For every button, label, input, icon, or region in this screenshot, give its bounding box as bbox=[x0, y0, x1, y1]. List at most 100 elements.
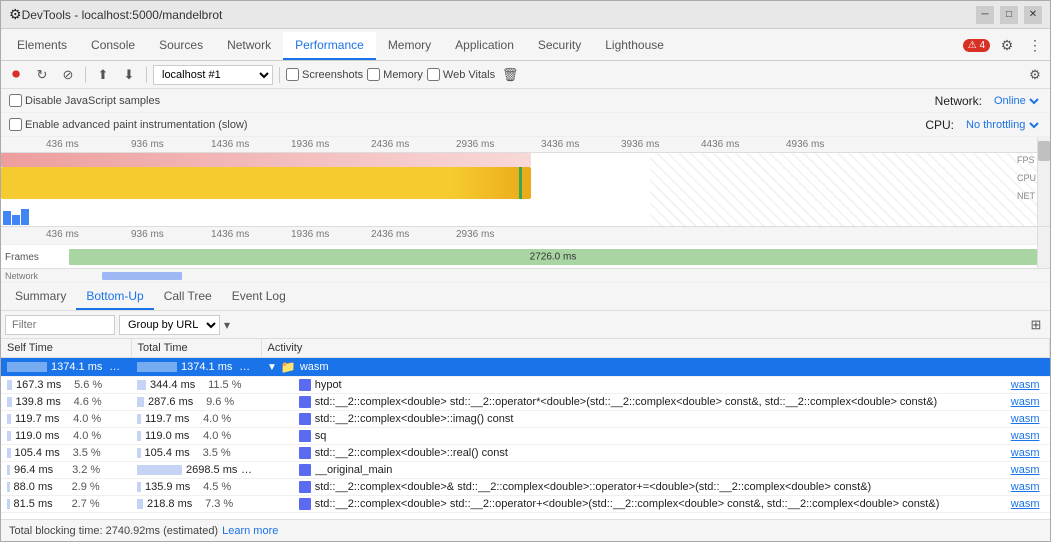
close-button[interactable]: ✕ bbox=[1024, 6, 1042, 24]
table-row[interactable]: 81.5 ms 2.7 %218.8 ms 7.3 %▶std::__2::co… bbox=[1, 496, 1050, 513]
filter-right: ⊞ bbox=[1026, 315, 1046, 335]
table-row[interactable]: 88.0 ms 2.9 %135.9 ms 4.5 %▶std::__2::co… bbox=[1, 479, 1050, 496]
tick-2436: 2436 ms bbox=[371, 139, 409, 150]
web-vitals-checkbox-label[interactable]: Web Vitals bbox=[427, 68, 495, 81]
folder-icon: 📁 bbox=[281, 360, 296, 374]
separator-3 bbox=[279, 67, 280, 83]
cell-self-time: 96.4 ms 3.2 % bbox=[1, 462, 131, 479]
cell-activity: ▼ 📁 wasm bbox=[261, 358, 1050, 377]
enable-paint-label[interactable]: Enable advanced paint instrumentation (s… bbox=[9, 118, 248, 131]
tick-2936: 2936 ms bbox=[456, 139, 494, 150]
tab-network[interactable]: Network bbox=[215, 32, 283, 60]
url-select[interactable]: localhost #1 bbox=[153, 65, 273, 85]
tab-security[interactable]: Security bbox=[526, 32, 593, 60]
tick-936: 936 ms bbox=[131, 139, 164, 150]
screenshots-checkbox-label[interactable]: Screenshots bbox=[286, 68, 363, 81]
cell-self-time: 119.7 ms 4.0 % bbox=[1, 411, 131, 428]
table-row[interactable]: 119.0 ms 4.0 %119.0 ms 4.0 %▶sqwasm bbox=[1, 428, 1050, 445]
data-table-wrapper[interactable]: Self Time Total Time Activity 1374.1 ms … bbox=[1, 339, 1050, 519]
col-header-total-time[interactable]: Total Time bbox=[131, 339, 261, 358]
memory-checkbox[interactable] bbox=[367, 68, 380, 81]
cell-total-time: 218.8 ms 7.3 % bbox=[131, 496, 261, 513]
wasm-link[interactable]: wasm bbox=[1011, 413, 1044, 425]
status-bar: Total blocking time: 2740.92ms (estimate… bbox=[1, 519, 1050, 541]
wasm-link[interactable]: wasm bbox=[1011, 498, 1044, 510]
table-row[interactable]: 119.7 ms 4.0 %119.7 ms 4.0 %▶std::__2::c… bbox=[1, 411, 1050, 428]
upload-button[interactable]: ⬆ bbox=[92, 64, 114, 86]
network-select[interactable]: Online bbox=[990, 94, 1042, 108]
cell-self-time: 119.0 ms 4.0 % bbox=[1, 428, 131, 445]
learn-more-link[interactable]: Learn more bbox=[222, 525, 278, 537]
col-header-activity: Activity bbox=[261, 339, 1050, 358]
disable-js-checkbox[interactable] bbox=[9, 94, 22, 107]
table-row[interactable]: 139.8 ms 4.6 %287.6 ms 9.6 %▶std::__2::c… bbox=[1, 394, 1050, 411]
activity-text: wasm bbox=[300, 361, 1044, 373]
cpu-label-track: CPU bbox=[1017, 173, 1036, 183]
group-by-arrow[interactable]: ▾ bbox=[224, 318, 230, 332]
filter-row: Group by URL ▾ ⊞ bbox=[1, 311, 1050, 339]
tab-summary[interactable]: Summary bbox=[5, 284, 76, 310]
tab-bottom-up[interactable]: Bottom-Up bbox=[76, 284, 153, 310]
sidebar-toggle-button[interactable]: ⊞ bbox=[1026, 315, 1046, 335]
timeline-scrollbar[interactable] bbox=[1037, 137, 1050, 226]
col-header-self-time[interactable]: Self Time bbox=[1, 339, 131, 358]
tab-performance[interactable]: Performance bbox=[283, 32, 376, 60]
cpu-select[interactable]: No throttling bbox=[962, 118, 1042, 132]
tick-1436: 1436 ms bbox=[211, 139, 249, 150]
tab-console[interactable]: Console bbox=[79, 32, 147, 60]
activity-text: __original_main bbox=[315, 464, 1007, 476]
table-row[interactable]: 105.4 ms 3.5 %105.4 ms 3.5 %▶std::__2::c… bbox=[1, 445, 1050, 462]
web-vitals-checkbox[interactable] bbox=[427, 68, 440, 81]
tab-event-log[interactable]: Event Log bbox=[222, 284, 296, 310]
frames-scrollbar[interactable] bbox=[1037, 227, 1050, 268]
maximize-button[interactable]: □ bbox=[1000, 6, 1018, 24]
filter-input[interactable] bbox=[5, 315, 115, 335]
item-icon bbox=[299, 464, 311, 476]
frames-label: Frames bbox=[5, 252, 69, 263]
wasm-link[interactable]: wasm bbox=[1011, 447, 1044, 459]
tab-memory[interactable]: Memory bbox=[376, 32, 443, 60]
disable-js-label[interactable]: Disable JavaScript samples bbox=[9, 94, 160, 107]
tab-call-tree[interactable]: Call Tree bbox=[154, 284, 222, 310]
status-text: Total blocking time: 2740.92ms (estimate… bbox=[9, 525, 218, 537]
devtools-toolbar: ⏺ ↻ ⊘ ⬆ ⬇ localhost #1 Screenshots Memor… bbox=[1, 61, 1050, 89]
record-button[interactable]: ⏺ bbox=[5, 64, 27, 86]
wasm-link[interactable]: wasm bbox=[1011, 396, 1044, 408]
wasm-link[interactable]: wasm bbox=[1011, 481, 1044, 493]
item-icon bbox=[299, 481, 311, 493]
tab-right-controls: ⚠ 4 ⚙ ⋮ bbox=[963, 34, 1046, 60]
trash-button[interactable]: 🗑 bbox=[499, 64, 521, 86]
wasm-link[interactable]: wasm bbox=[1011, 379, 1044, 391]
screenshots-checkbox[interactable] bbox=[286, 68, 299, 81]
cell-total-time: 135.9 ms 4.5 % bbox=[131, 479, 261, 496]
main-activity-bar bbox=[1, 167, 531, 199]
settings-button[interactable]: ⚙ bbox=[996, 34, 1018, 56]
clear-button[interactable]: ⊘ bbox=[57, 64, 79, 86]
wasm-link[interactable]: wasm bbox=[1011, 464, 1044, 476]
expand-arrow[interactable]: ▼ bbox=[267, 362, 277, 373]
tab-elements[interactable]: Elements bbox=[5, 32, 79, 60]
activity-text: std::__2::complex<double> std::__2::oper… bbox=[315, 396, 1007, 408]
tab-sources[interactable]: Sources bbox=[147, 32, 215, 60]
table-row[interactable]: 1374.1 ms 45.7 %1374.1 ms 45.7 %▼📁wasm bbox=[1, 358, 1050, 377]
reload-record-button[interactable]: ↻ bbox=[31, 64, 53, 86]
capture-settings-button[interactable]: ⚙ bbox=[1024, 64, 1046, 86]
minimize-button[interactable]: ─ bbox=[976, 6, 994, 24]
enable-paint-checkbox[interactable] bbox=[9, 118, 22, 131]
cell-self-time: 105.4 ms 3.5 % bbox=[1, 445, 131, 462]
scrollbar-thumb[interactable] bbox=[1038, 141, 1050, 161]
more-button[interactable]: ⋮ bbox=[1024, 34, 1046, 56]
memory-checkbox-label[interactable]: Memory bbox=[367, 68, 423, 81]
download-button[interactable]: ⬇ bbox=[118, 64, 140, 86]
wasm-link[interactable]: wasm bbox=[1011, 430, 1044, 442]
green-spike bbox=[519, 167, 522, 199]
frames-row: Frames 2726.0 ms bbox=[1, 245, 1050, 269]
ruler2-tick4: 1936 ms bbox=[291, 229, 329, 240]
frames-bar: 2726.0 ms bbox=[69, 249, 1037, 265]
table-row[interactable]: 167.3 ms 5.6 %344.4 ms 11.5 %▶hypotwasm bbox=[1, 377, 1050, 394]
tab-application[interactable]: Application bbox=[443, 32, 526, 60]
tab-lighthouse[interactable]: Lighthouse bbox=[593, 32, 676, 60]
table-row[interactable]: 96.4 ms 3.2 %2698.5 ms 89.7 %▶__original… bbox=[1, 462, 1050, 479]
group-by-select[interactable]: Group by URL bbox=[119, 315, 220, 335]
activity-text: sq bbox=[315, 430, 1007, 442]
